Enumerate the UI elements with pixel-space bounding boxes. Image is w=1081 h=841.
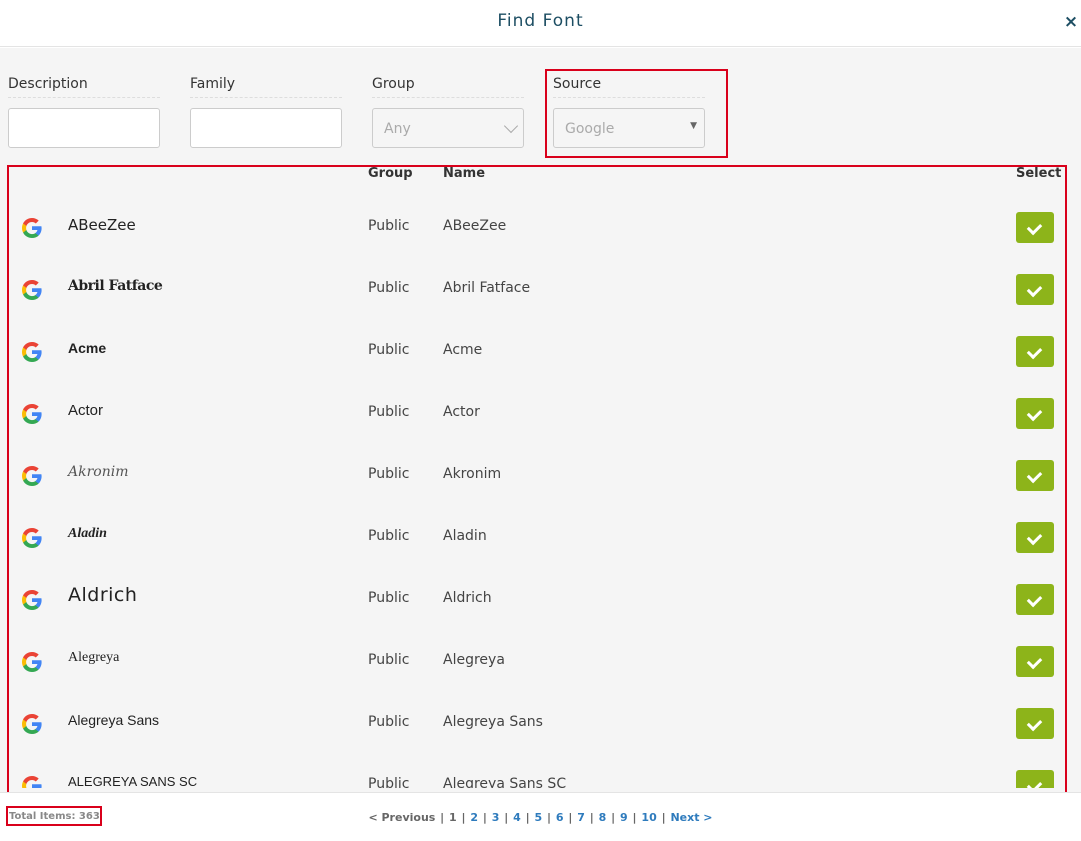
page-link-7[interactable]: 7	[577, 811, 585, 824]
pagination: < Previous | 1 | 2 | 3 | 4 | 5 | 6 | 7 |…	[368, 811, 713, 824]
page-link-6[interactable]: 6	[556, 811, 564, 824]
previous-page-link[interactable]: < Previous	[368, 811, 435, 824]
current-page: 1	[449, 811, 457, 824]
dialog-body: Description Family Group Any Source Goog…	[0, 48, 1081, 841]
table-highlight-box	[7, 165, 1067, 841]
dialog-header: Find Font ×	[0, 0, 1081, 47]
page-link-4[interactable]: 4	[513, 811, 521, 824]
family-label: Family	[190, 76, 342, 98]
dialog-title: Find Font	[497, 11, 584, 31]
description-label: Description	[8, 76, 160, 98]
page-link-5[interactable]: 5	[535, 811, 543, 824]
chevron-down-icon	[503, 118, 519, 134]
page-link-2[interactable]: 2	[470, 811, 478, 824]
description-input[interactable]	[8, 108, 160, 148]
group-label: Group	[372, 76, 524, 98]
page-link-10[interactable]: 10	[641, 811, 656, 824]
dialog-footer: Total Items: 363 < Previous | 1 | 2 | 3 …	[0, 792, 1081, 841]
family-input[interactable]	[190, 108, 342, 148]
total-highlight-box	[6, 806, 102, 826]
page-link-3[interactable]: 3	[492, 811, 500, 824]
close-icon[interactable]: ×	[1063, 13, 1079, 31]
page-link-9[interactable]: 9	[620, 811, 628, 824]
group-select-value: Any	[384, 121, 411, 137]
group-select[interactable]: Any	[372, 108, 524, 148]
next-page-link[interactable]: Next >	[670, 811, 712, 824]
page-link-8[interactable]: 8	[599, 811, 607, 824]
source-highlight-box	[545, 69, 728, 158]
